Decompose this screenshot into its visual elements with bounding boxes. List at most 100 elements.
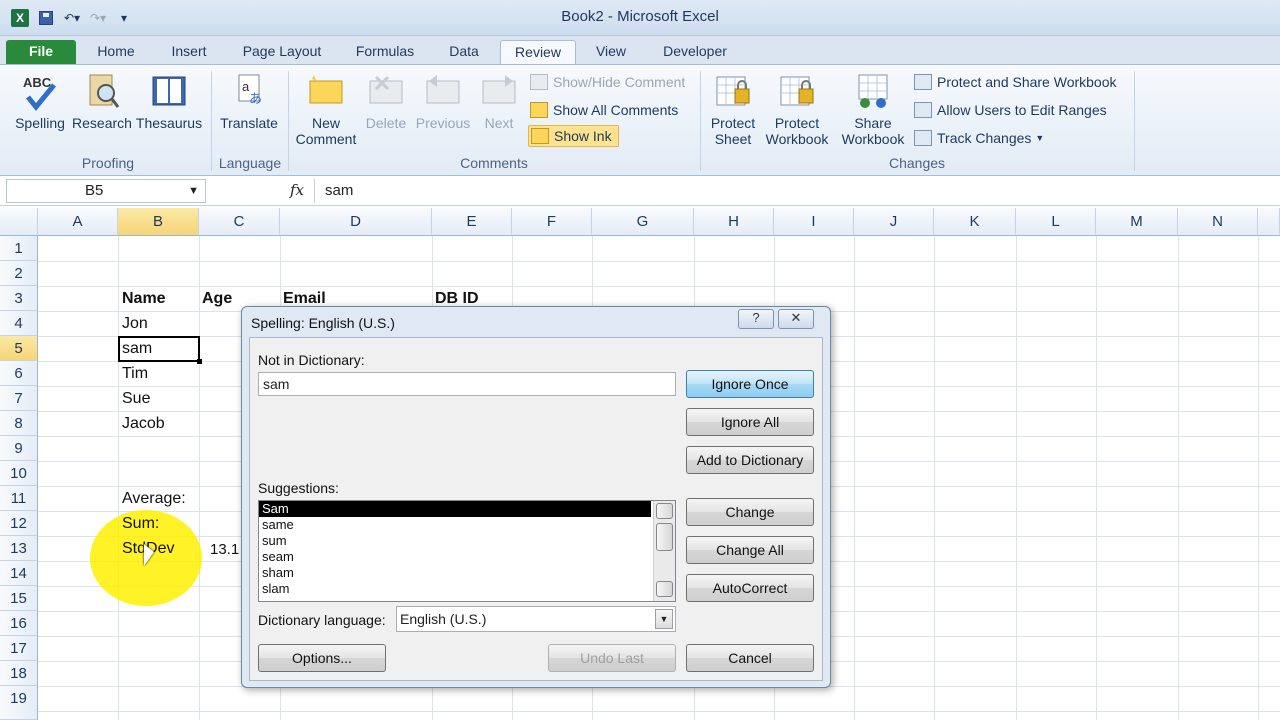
cell-C3[interactable]: Age bbox=[202, 290, 232, 308]
protect-workbook-button[interactable]: Protect Workbook bbox=[762, 71, 832, 147]
cancel-button[interactable]: Cancel bbox=[686, 644, 814, 672]
list-item[interactable]: sum bbox=[259, 533, 675, 549]
tab-data[interactable]: Data bbox=[440, 40, 488, 64]
column-header[interactable]: K bbox=[934, 208, 1016, 236]
column-header[interactable]: G bbox=[592, 208, 694, 236]
column-header[interactable]: B bbox=[118, 208, 199, 236]
row-header[interactable]: 17 bbox=[0, 636, 38, 661]
name-box[interactable]: B5 ▼ bbox=[6, 179, 206, 203]
row-header[interactable]: 2 bbox=[0, 261, 38, 286]
cell-B11[interactable]: Average: bbox=[122, 490, 186, 508]
scroll-down-icon[interactable] bbox=[656, 581, 673, 597]
spelling-dialog: Spelling: English (U.S.) ? ✕ Not in Dict… bbox=[241, 306, 831, 688]
row-header[interactable]: 18 bbox=[0, 661, 38, 686]
change-button[interactable]: Change bbox=[686, 498, 814, 526]
column-header[interactable]: A bbox=[38, 208, 118, 236]
select-all-corner[interactable] bbox=[0, 208, 38, 236]
row-header[interactable]: 13 bbox=[0, 536, 38, 561]
protect-sheet-button[interactable]: Protect Sheet bbox=[704, 71, 762, 147]
row-header[interactable]: 9 bbox=[0, 436, 38, 461]
ignore-all-button[interactable]: Ignore All bbox=[686, 408, 814, 436]
column-header[interactable]: I bbox=[774, 208, 854, 236]
tab-developer[interactable]: Developer bbox=[652, 40, 738, 64]
column-header[interactable]: H bbox=[694, 208, 774, 236]
chevron-down-icon: ▼ bbox=[1035, 133, 1045, 143]
tab-home[interactable]: Home bbox=[90, 40, 142, 64]
column-header[interactable]: L bbox=[1016, 208, 1096, 236]
column-header[interactable] bbox=[1258, 208, 1280, 236]
thesaurus-button[interactable]: Thesaurus bbox=[134, 71, 204, 131]
insert-function-icon[interactable]: fx bbox=[290, 181, 304, 199]
scroll-up-icon[interactable] bbox=[656, 503, 673, 519]
protect-and-share-button[interactable]: Protect and Share Workbook bbox=[914, 71, 1117, 93]
list-item[interactable]: Sam bbox=[259, 501, 651, 517]
show-hide-comment-button[interactable]: Show/Hide Comment bbox=[530, 71, 685, 93]
list-item[interactable]: sham bbox=[259, 565, 675, 581]
translate-button[interactable]: aあ Translate bbox=[216, 71, 282, 131]
row-header[interactable]: 19 bbox=[0, 686, 38, 720]
chevron-down-icon: ▼ bbox=[188, 185, 199, 197]
list-item[interactable]: same bbox=[259, 517, 675, 533]
row-header[interactable]: 1 bbox=[0, 236, 38, 261]
cell-B12[interactable]: Sum: bbox=[122, 515, 159, 533]
tab-view[interactable]: View bbox=[586, 40, 636, 64]
row-header[interactable]: 11 bbox=[0, 486, 38, 511]
column-header[interactable]: F bbox=[512, 208, 592, 236]
close-button[interactable]: ✕ bbox=[778, 309, 814, 329]
tab-page-layout[interactable]: Page Layout bbox=[236, 40, 328, 64]
row-header[interactable]: 12 bbox=[0, 511, 38, 536]
row-header[interactable]: 15 bbox=[0, 586, 38, 611]
formula-input[interactable]: sam bbox=[314, 179, 1274, 203]
row-header[interactable]: 6 bbox=[0, 361, 38, 386]
change-all-button[interactable]: Change All bbox=[686, 536, 814, 564]
row-header[interactable]: 16 bbox=[0, 611, 38, 636]
scroll-thumb[interactable] bbox=[656, 523, 673, 551]
share-workbook-button[interactable]: Share Workbook bbox=[836, 71, 910, 147]
add-to-dictionary-button[interactable]: Add to Dictionary bbox=[686, 446, 814, 474]
row-header[interactable]: 4 bbox=[0, 311, 38, 336]
new-comment-button[interactable]: New Comment bbox=[292, 71, 360, 147]
previous-comment-button[interactable]: Previous bbox=[412, 71, 474, 131]
suggestions-list[interactable]: Sam same sum seam sham slam bbox=[258, 500, 676, 602]
column-header[interactable]: D bbox=[280, 208, 432, 236]
tab-review[interactable]: Review bbox=[500, 40, 576, 64]
row-header[interactable]: 14 bbox=[0, 561, 38, 586]
cell-B3[interactable]: Name bbox=[122, 290, 166, 308]
row-header[interactable]: 8 bbox=[0, 411, 38, 436]
row-header[interactable]: 7 bbox=[0, 386, 38, 411]
research-button[interactable]: Research bbox=[72, 71, 132, 131]
column-header[interactable]: M bbox=[1096, 208, 1178, 236]
column-header[interactable]: E bbox=[432, 208, 512, 236]
autocorrect-button[interactable]: AutoCorrect bbox=[686, 574, 814, 602]
row-header[interactable]: 3 bbox=[0, 286, 38, 311]
not-in-dictionary-field[interactable]: sam bbox=[258, 372, 676, 396]
undo-last-button[interactable]: Undo Last bbox=[548, 644, 676, 672]
dictionary-language-select[interactable]: English (U.S.) ▼ bbox=[396, 606, 676, 632]
column-header[interactable]: N bbox=[1178, 208, 1258, 236]
column-header[interactable]: J bbox=[854, 208, 934, 236]
cell-B4[interactable]: Jon bbox=[122, 315, 148, 333]
spelling-button[interactable]: ABC Spelling bbox=[12, 71, 68, 131]
suggestions-scrollbar[interactable] bbox=[653, 501, 675, 601]
tab-insert[interactable]: Insert bbox=[160, 40, 218, 64]
cell-B6[interactable]: Tim bbox=[122, 365, 148, 383]
column-header[interactable]: C bbox=[199, 208, 280, 236]
show-ink-button[interactable]: Show Ink bbox=[528, 125, 619, 147]
row-header[interactable]: 5 bbox=[0, 336, 38, 361]
allow-users-edit-ranges-button[interactable]: Allow Users to Edit Ranges bbox=[914, 99, 1107, 121]
list-item[interactable]: seam bbox=[259, 549, 675, 565]
cell-B8[interactable]: Jacob bbox=[122, 415, 165, 433]
row-header[interactable]: 10 bbox=[0, 461, 38, 486]
cell-B7[interactable]: Sue bbox=[122, 390, 150, 408]
ignore-once-button[interactable]: Ignore Once bbox=[686, 370, 814, 398]
delete-comment-button[interactable]: Delete bbox=[362, 71, 410, 131]
help-button[interactable]: ? bbox=[738, 309, 774, 329]
tab-formulas[interactable]: Formulas bbox=[346, 40, 424, 64]
tab-file[interactable]: File bbox=[6, 40, 76, 64]
list-item[interactable]: slam bbox=[259, 581, 675, 597]
show-all-comments-button[interactable]: Show All Comments bbox=[530, 99, 678, 121]
next-comment-button[interactable]: Next bbox=[476, 71, 522, 131]
options-button[interactable]: Options... bbox=[258, 644, 386, 672]
cell-C13[interactable]: 13.1 bbox=[210, 541, 239, 558]
track-changes-button[interactable]: Track Changes ▼ bbox=[914, 127, 1044, 149]
